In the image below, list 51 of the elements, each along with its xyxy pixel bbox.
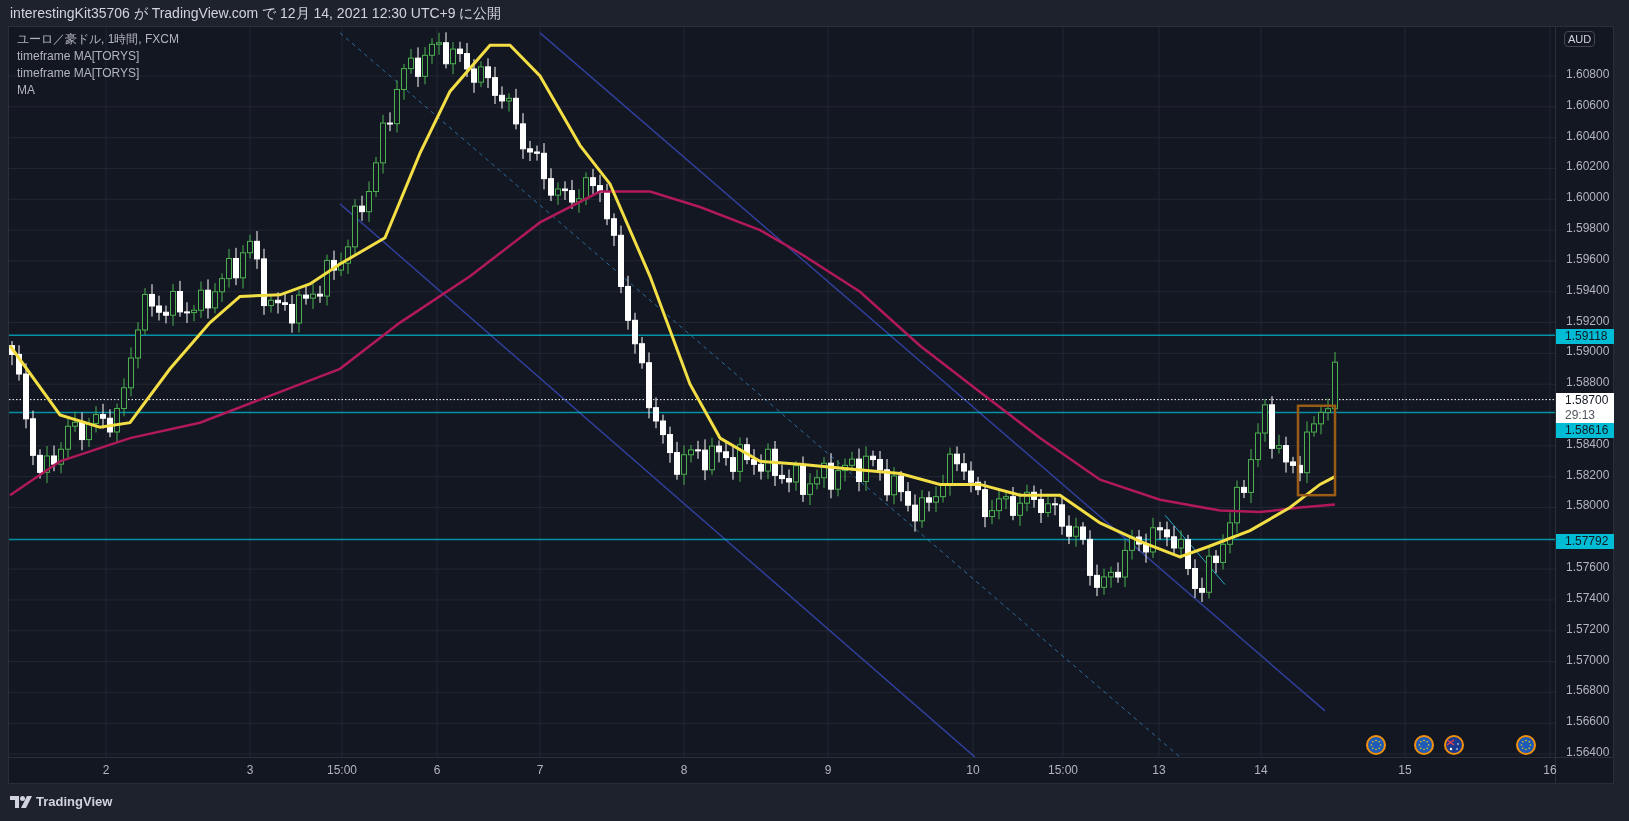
price-tick-label: 1.60000 (1566, 191, 1610, 204)
time-tick-label: 15 (1398, 763, 1412, 777)
price-tick-label: 1.58200 (1566, 468, 1610, 481)
time-tick-label: 14 (1254, 763, 1268, 777)
price-tick-label: 1.57600 (1566, 561, 1610, 574)
price-tick-label: 1.57000 (1566, 653, 1610, 666)
time-tick-label: 6 (433, 763, 441, 777)
logo-icon (10, 795, 32, 808)
price-tick-label: 1.56600 (1566, 715, 1610, 728)
time-tick-label: 15:00 (327, 763, 357, 777)
bar-countdown: 29:13 (1565, 407, 1597, 423)
time-tick-label: 2 (102, 763, 110, 777)
price-tick-label: 1.60200 (1566, 160, 1610, 173)
trend-line (1164, 514, 1226, 586)
publication-title: interestingKit35706 が TradingView.com で 12月 14, 2021 12:30 UTC+9 に公開 (10, 3, 502, 23)
price-tick-label: 1.57200 (1566, 622, 1610, 635)
price-tick-label: 1.59200 (1566, 314, 1610, 327)
price-tick-label: 1.60800 (1566, 68, 1610, 80)
price-tick-label: 1.59800 (1566, 222, 1610, 235)
legend-label: MA (17, 82, 36, 99)
current-price: 1.58700 (1565, 392, 1610, 408)
flag-icon[interactable] (1444, 735, 1464, 755)
price-tick-label: 1.57400 (1566, 591, 1610, 604)
time-tick-label: 9 (824, 763, 832, 777)
price-tick-label: 1.60400 (1566, 129, 1610, 142)
time-tick-label: 7 (536, 763, 544, 777)
time-tick-label: 3 (246, 763, 254, 777)
flag-icon[interactable] (1366, 735, 1386, 755)
price-tick-label: 1.56400 (1566, 746, 1610, 759)
price-tag: 1.59118 (1556, 329, 1614, 345)
legend-label: ユーロ／豪ドル, 1時間, FXCM (17, 31, 179, 48)
flag-icon[interactable] (1414, 735, 1434, 755)
currency-badge[interactable]: AUD (1564, 31, 1596, 47)
price-tag: 1.57792 (1556, 533, 1614, 549)
time-tick-label: 8 (680, 763, 688, 777)
price-tick-label: 1.59000 (1566, 345, 1610, 358)
price-tick-label: 1.58000 (1566, 499, 1610, 512)
price-tick-label: 1.60600 (1566, 98, 1610, 111)
flag-icon[interactable] (1516, 735, 1536, 755)
price-tick-label: 1.58800 (1566, 376, 1610, 389)
price-tick-label: 1.59400 (1566, 283, 1610, 296)
brand-name: TradingView (36, 793, 113, 811)
time-tick-label: 10 (966, 763, 980, 777)
time-tick-label: 13 (1152, 763, 1166, 777)
price-tick-label: 1.56800 (1566, 684, 1610, 697)
legend-label: timeframe MA[TORYS] (17, 65, 141, 82)
time-tick-label: 15:00 (1048, 763, 1078, 777)
time-tick-label: 16 (1543, 763, 1557, 777)
price-tick-label: 1.58400 (1566, 437, 1610, 450)
legend-label: timeframe MA[TORYS] (17, 48, 141, 65)
price-tick-label: 1.59600 (1566, 252, 1610, 265)
